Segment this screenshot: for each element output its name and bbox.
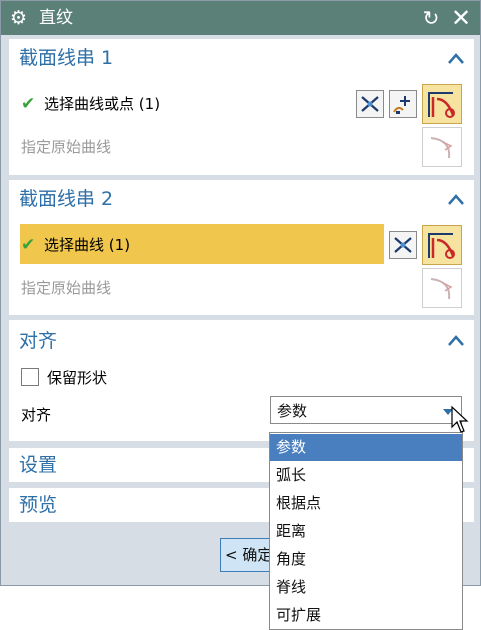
- specify-original-curve-label: 指定原始曲线: [21, 138, 112, 156]
- keep-shape-label: 保留形状: [47, 369, 108, 387]
- point-plus-icon: [393, 96, 410, 114]
- specify-original-curve-label-2: 指定原始曲线: [21, 279, 112, 297]
- checkmark-icon: ✔: [21, 94, 36, 114]
- select-curve-label: 选择曲线 (1): [44, 236, 131, 254]
- point-dialog-button[interactable]: [389, 90, 417, 118]
- gear-icon[interactable]: ⚙: [10, 7, 32, 29]
- curve-select-icon: [428, 233, 455, 259]
- align-option-parameter[interactable]: 参数: [270, 434, 462, 461]
- align-option-extendable[interactable]: 可扩展: [270, 602, 462, 629]
- curve-select-icon: [428, 92, 455, 118]
- curve-select-button-2[interactable]: [422, 225, 462, 265]
- preview-title: 预览: [19, 494, 58, 516]
- curve-rule-icon: [361, 96, 379, 112]
- chevron-up-icon[interactable]: [446, 331, 466, 351]
- align-option-arc-length[interactable]: 弧长: [270, 462, 462, 489]
- section-string-1: 截面线串 1 ✔ 选择曲线或点 (1) 指定原始曲线: [9, 39, 474, 175]
- specify-original-curve-button[interactable]: [422, 127, 462, 167]
- align-option-distance[interactable]: 距离: [270, 518, 462, 545]
- chevron-up-icon[interactable]: [446, 49, 466, 69]
- align-option-angle[interactable]: 角度: [270, 546, 462, 573]
- align-option-by-points[interactable]: 根据点: [270, 490, 462, 517]
- alignment-section: 对齐 保留形状 对齐 参数: [9, 320, 474, 441]
- curve-select-button[interactable]: [422, 84, 462, 124]
- chevron-up-icon[interactable]: [446, 190, 466, 210]
- keep-shape-checkbox[interactable]: [21, 368, 39, 386]
- align-options-dropdown: 参数 弧长 根据点 距离 角度 脊线 可扩展: [269, 432, 463, 630]
- specify-original-curve-button-2[interactable]: [422, 268, 462, 308]
- section-2-title[interactable]: 截面线串 2: [19, 187, 113, 211]
- original-curve-icon: [430, 278, 453, 300]
- settings-title: 设置: [19, 454, 58, 476]
- align-select-value: 参数: [277, 402, 308, 420]
- curve-rule-icon: [394, 237, 412, 253]
- checkmark-icon: ✔: [21, 235, 36, 255]
- section-1-title[interactable]: 截面线串 1: [19, 46, 113, 70]
- curve-rule-button[interactable]: [356, 90, 384, 118]
- alignment-title[interactable]: 对齐: [19, 329, 57, 353]
- align-option-spine[interactable]: 脊线: [270, 574, 462, 601]
- original-curve-icon: [430, 137, 453, 159]
- curve-rule-button-2[interactable]: [389, 231, 417, 259]
- select-curve-or-point-label: 选择曲线或点 (1): [44, 95, 161, 113]
- select-curve-label-group: ✔ 选择曲线 (1): [21, 235, 130, 255]
- select-curve-or-point-row[interactable]: ✔ 选择曲线或点 (1): [21, 94, 160, 114]
- title-bar: ⚙ 直纹 ↻ ✕: [1, 1, 480, 35]
- dialog-title: 直纹: [39, 8, 73, 28]
- align-select[interactable]: 参数: [270, 396, 462, 424]
- close-icon[interactable]: ✕: [449, 5, 473, 31]
- reset-icon[interactable]: ↻: [420, 6, 442, 30]
- mouse-cursor-icon: [451, 406, 469, 433]
- align-label: 对齐: [21, 406, 52, 424]
